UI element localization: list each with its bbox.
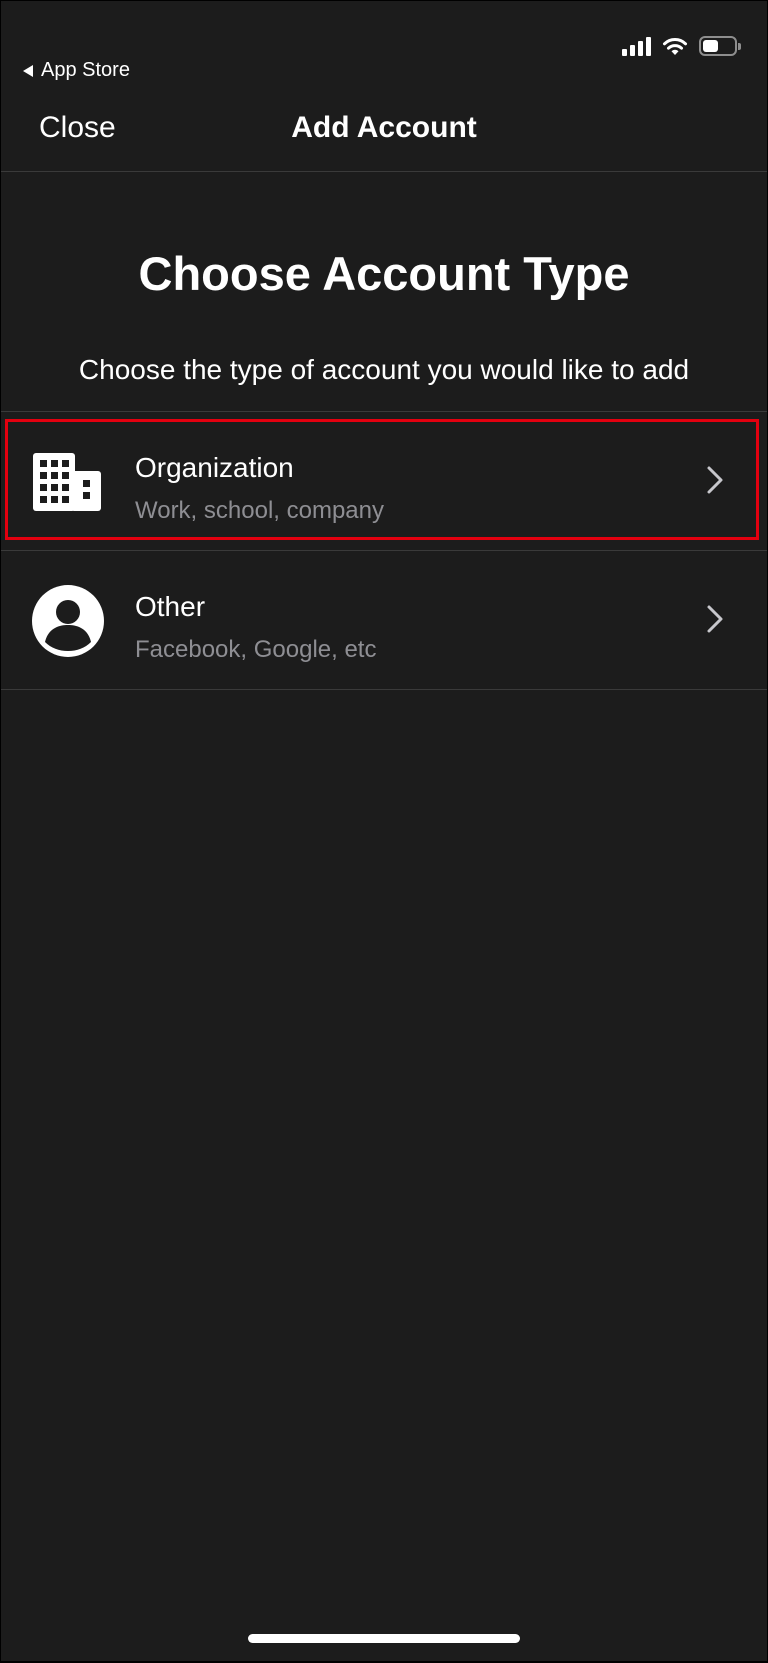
- screen: App Store Close Add Account Choose Accou…: [1, 1, 767, 1661]
- page-heading: Choose Account Type: [138, 247, 630, 300]
- account-type-other[interactable]: Other Facebook, Google, etc: [1, 551, 767, 690]
- building-icon: [33, 453, 101, 511]
- status-icons: [622, 35, 741, 57]
- battery-icon: [699, 36, 741, 56]
- back-to-app-label: App Store: [41, 59, 130, 81]
- wifi-icon: [663, 38, 687, 55]
- status-bar: App Store: [1, 1, 767, 91]
- cellular-signal-icon: [622, 36, 651, 56]
- home-indicator[interactable]: [248, 1634, 520, 1643]
- battery-fill: [703, 40, 718, 52]
- person-circle-icon: [32, 585, 104, 657]
- account-type-title: Other: [135, 591, 206, 622]
- account-type-list: Organization Work, school, company Other…: [1, 411, 767, 690]
- account-type-organization[interactable]: Organization Work, school, company: [1, 412, 767, 551]
- back-to-app-link[interactable]: App Store: [23, 59, 130, 82]
- back-triangle-icon: [23, 64, 33, 77]
- navigation-bar: Close Add Account: [1, 91, 767, 172]
- account-type-subtitle: Work, school, company: [135, 497, 384, 524]
- page-subheading: Choose the type of account you would lik…: [78, 354, 690, 385]
- chevron-right-icon: [707, 466, 723, 494]
- nav-title: Add Account: [291, 111, 477, 144]
- chevron-right-icon: [707, 605, 723, 633]
- account-type-title: Organization: [135, 452, 294, 483]
- account-type-subtitle: Facebook, Google, etc: [135, 636, 377, 663]
